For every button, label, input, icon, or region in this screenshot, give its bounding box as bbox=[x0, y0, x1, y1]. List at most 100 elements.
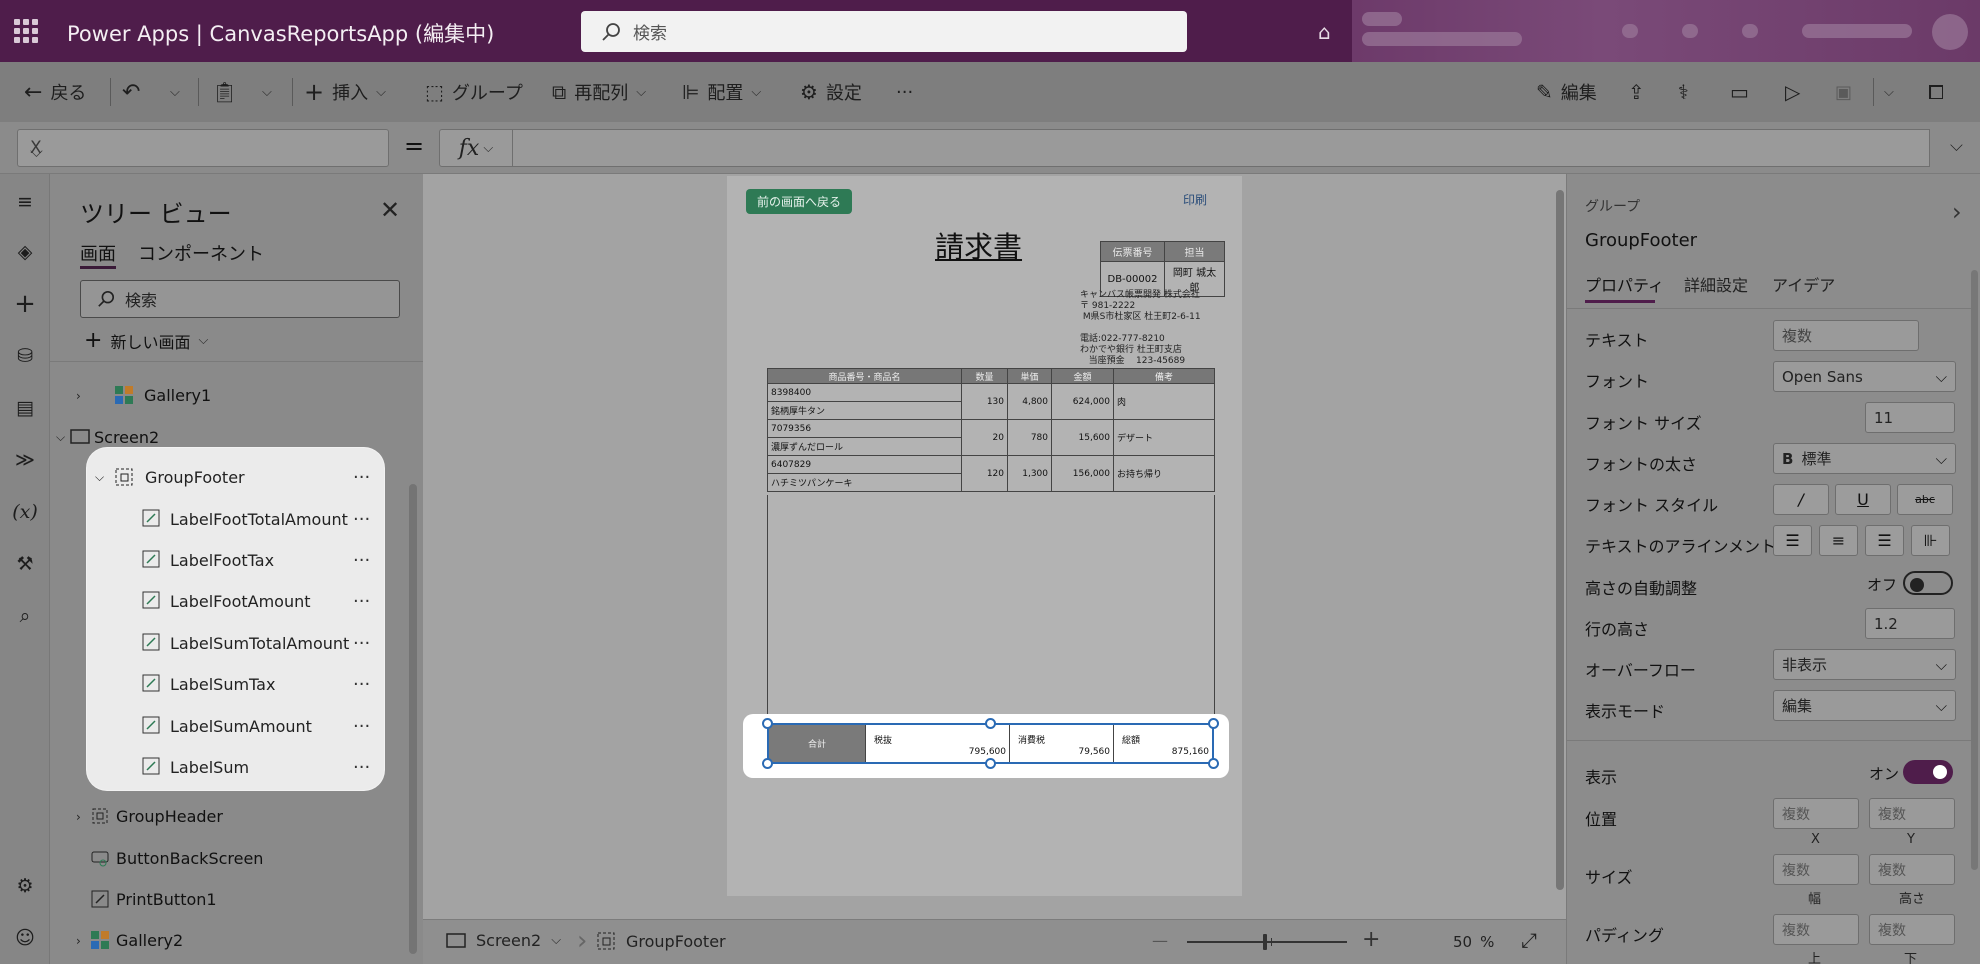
table-row[interactable]: 8398400 130 4,800 624,000 肉 bbox=[767, 383, 1215, 420]
padding-bottom-input[interactable]: 複数 bbox=[1869, 914, 1955, 945]
align-button[interactable]: ⊫ 配置 ⌵ bbox=[682, 62, 761, 122]
group-button[interactable]: ⬚ グループ bbox=[425, 62, 523, 122]
more-options-icon[interactable]: ··· bbox=[353, 757, 370, 778]
tools-icon[interactable]: ⚒ bbox=[13, 552, 37, 576]
align-right-button[interactable]: ☰ bbox=[1865, 525, 1904, 556]
more-options-icon[interactable]: ··· bbox=[353, 550, 370, 571]
font-size-input[interactable]: 11 bbox=[1865, 402, 1955, 433]
align-center-button[interactable]: ≡ bbox=[1819, 525, 1858, 556]
italic-button[interactable]: / bbox=[1773, 484, 1829, 515]
tree-item-printbutton1[interactable]: PrintButton1 bbox=[50, 879, 423, 920]
user-account-area[interactable] bbox=[1352, 0, 1980, 62]
zoom-slider[interactable] bbox=[1187, 934, 1347, 950]
undo-menu-button[interactable]: ⌵ bbox=[170, 62, 180, 122]
padding-top-input[interactable]: 複数 bbox=[1773, 914, 1859, 945]
undo-button[interactable]: ↶ bbox=[122, 62, 140, 122]
print-button[interactable]: 印刷 bbox=[1183, 191, 1207, 208]
visible-toggle[interactable] bbox=[1903, 760, 1953, 784]
tab-advanced[interactable]: 詳細設定 bbox=[1684, 272, 1748, 296]
tree-scrollbar[interactable] bbox=[409, 484, 417, 954]
table-row[interactable]: 6407829 120 1,300 156,000 お持ち帰り bbox=[767, 455, 1215, 492]
height-input[interactable]: 複数 bbox=[1869, 854, 1955, 885]
variables-icon[interactable]: (x) bbox=[12, 500, 38, 524]
tab-properties[interactable]: プロパティ bbox=[1585, 272, 1664, 296]
tree-item-gallery2[interactable]: › Gallery2 bbox=[50, 920, 423, 961]
strikethrough-button[interactable]: abc bbox=[1897, 484, 1953, 515]
virtual-agent-icon[interactable]: ☺ bbox=[13, 926, 37, 950]
tree-search-input[interactable]: 検索 bbox=[80, 280, 400, 318]
new-screen-button[interactable]: + 新しい画面 ⌵ bbox=[84, 328, 208, 353]
align-justify-button[interactable]: ⊪ bbox=[1911, 525, 1950, 556]
chevron-right-icon[interactable]: › bbox=[76, 810, 81, 824]
items-gallery[interactable]: 商品番号・商品名 数量 単価 金額 備考 8398400 130 4,800 6… bbox=[767, 368, 1215, 492]
tree-item-groupfooter[interactable]: ⌵ GroupFooter ··· bbox=[87, 457, 384, 498]
tree-item-buttonbackscreen[interactable]: ButtonBackScreen bbox=[50, 838, 423, 879]
more-options-icon[interactable]: ··· bbox=[353, 716, 370, 737]
align-left-button[interactable]: ☰ bbox=[1773, 525, 1812, 556]
environment-icon[interactable]: ⌂ bbox=[1318, 20, 1331, 44]
properties-scrollbar[interactable] bbox=[1971, 270, 1978, 870]
auto-height-toggle[interactable] bbox=[1903, 571, 1953, 595]
chevron-down-icon[interactable]: ⌵ bbox=[1950, 136, 1963, 156]
position-x-input[interactable]: 複数 bbox=[1773, 798, 1859, 829]
back-screen-button[interactable]: 前の画面へ戻る bbox=[746, 189, 852, 214]
app-checker-button[interactable]: ⚕ bbox=[1678, 62, 1689, 122]
share-button[interactable]: ⇪ bbox=[1628, 62, 1645, 122]
global-search[interactable]: 検索 bbox=[581, 11, 1187, 52]
resize-handle[interactable] bbox=[762, 718, 773, 729]
search-icon[interactable]: ⌕ bbox=[13, 604, 37, 628]
font-weight-select[interactable]: B 標準 ⌵ bbox=[1773, 443, 1956, 474]
paste-menu-button[interactable]: ⌵ bbox=[262, 62, 272, 122]
breadcrumb-group[interactable]: GroupFooter bbox=[596, 931, 726, 951]
table-row[interactable]: 7079356 20 780 15,600 デザート bbox=[767, 419, 1215, 456]
underline-button[interactable]: U bbox=[1835, 484, 1891, 515]
settings-button[interactable]: ⚙ 設定 bbox=[800, 62, 862, 122]
save-menu-button[interactable]: ⌵ bbox=[1884, 62, 1894, 122]
tree-item-labelsumtax[interactable]: LabelSumTax ··· bbox=[87, 664, 384, 705]
resize-handle[interactable] bbox=[985, 758, 996, 769]
more-options-icon[interactable]: ··· bbox=[353, 633, 370, 654]
line-height-input[interactable]: 1.2 bbox=[1865, 608, 1955, 639]
chevron-down-icon[interactable]: ⌵ bbox=[95, 470, 104, 485]
width-input[interactable]: 複数 bbox=[1773, 854, 1859, 885]
save-button[interactable]: ▣ bbox=[1835, 62, 1852, 122]
label-foot-tax[interactable]: 消費税 79,560 bbox=[1010, 725, 1114, 762]
tree-item-labelsum[interactable]: LabelSum ··· bbox=[87, 747, 384, 788]
control-name[interactable]: GroupFooter bbox=[1585, 230, 1697, 251]
database-icon[interactable]: ⛁ bbox=[13, 344, 37, 368]
resize-handle[interactable] bbox=[985, 718, 996, 729]
tab-ideas[interactable]: アイデア bbox=[1772, 272, 1835, 296]
font-select[interactable]: Open Sans ⌵ bbox=[1773, 361, 1956, 392]
chevron-right-icon[interactable]: › bbox=[76, 389, 81, 403]
tree-item-gallery1[interactable]: › Gallery1 bbox=[50, 375, 423, 416]
label-sum[interactable]: 合計 bbox=[769, 725, 866, 762]
breadcrumb-screen[interactable]: Screen2 ⌵ bbox=[446, 931, 561, 950]
app-launcher-icon[interactable] bbox=[14, 19, 38, 43]
tree-item-labelsumtotalamount[interactable]: LabelSumTotalAmount ··· bbox=[87, 623, 384, 664]
items-gallery-empty-area[interactable] bbox=[767, 495, 1215, 723]
insert-button[interactable]: + 挿入 ⌵ bbox=[304, 62, 386, 122]
function-button[interactable]: fx ⌵ bbox=[439, 129, 513, 167]
reorder-button[interactable]: ⧉ 再配列 ⌵ bbox=[552, 62, 646, 122]
comments-button[interactable]: ▭ bbox=[1730, 62, 1749, 122]
resize-handle[interactable] bbox=[1208, 718, 1219, 729]
text-input[interactable]: 複数 bbox=[1773, 320, 1919, 351]
canvas-scrollbar[interactable] bbox=[1556, 190, 1564, 890]
label-foot-total-amount[interactable]: 総額 875,160 bbox=[1114, 725, 1212, 762]
more-options-icon[interactable]: ··· bbox=[353, 674, 370, 695]
more-options-icon[interactable]: ··· bbox=[353, 509, 370, 530]
chevron-down-icon[interactable]: ⌵ bbox=[56, 430, 65, 445]
display-mode-select[interactable]: 編集 ⌵ bbox=[1773, 690, 1956, 721]
tree-item-labelfoottax[interactable]: LabelFootTax ··· bbox=[87, 540, 384, 581]
more-commands-button[interactable]: ··· bbox=[896, 62, 913, 122]
insert-icon[interactable]: + bbox=[13, 289, 37, 319]
company-info[interactable]: キャンバス帳票開発 株式会社 〒 981-2222 M県S市杜家区 杜王町2-6… bbox=[1080, 290, 1201, 367]
back-button[interactable]: ← 戻る bbox=[24, 62, 86, 122]
tab-screens[interactable]: 画面 bbox=[80, 240, 116, 266]
tree-view-icon[interactable]: ◈ bbox=[13, 240, 37, 264]
tree-item-groupheader[interactable]: › GroupHeader bbox=[50, 796, 423, 837]
zoom-level[interactable]: 50 % bbox=[1453, 933, 1494, 951]
chevron-right-icon[interactable]: › bbox=[76, 934, 81, 948]
resize-handle[interactable] bbox=[762, 758, 773, 769]
settings-icon[interactable]: ⚙ bbox=[13, 874, 37, 898]
